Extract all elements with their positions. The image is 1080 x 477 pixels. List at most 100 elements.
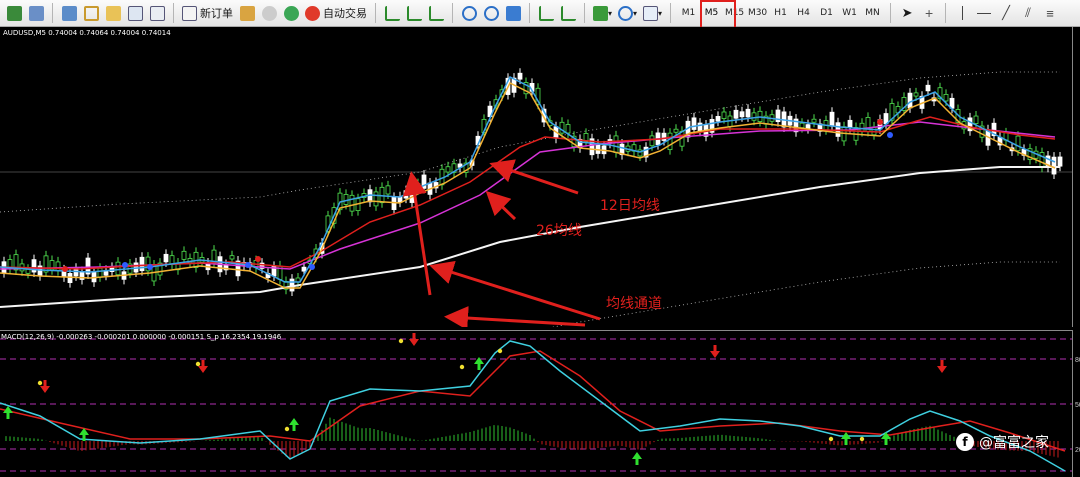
horizontal-line-button[interactable] (974, 3, 994, 23)
price-scale[interactable] (1072, 27, 1080, 327)
logo-icon: f (956, 433, 974, 451)
chart-title: AUDUSD,M5 0.74004 0.74064 0.74004 0.7401… (3, 29, 171, 37)
line-chart-button[interactable] (426, 3, 446, 23)
chart-shift-button[interactable] (536, 3, 556, 23)
annotation-ma26: 26均线 (536, 223, 582, 239)
terminal-button[interactable] (125, 3, 145, 23)
candle-body (97, 267, 103, 278)
candle-body (697, 122, 703, 132)
candle-body (565, 124, 571, 134)
tester-icon (149, 5, 165, 21)
candle-body (667, 132, 673, 151)
candle-body (181, 250, 187, 260)
candle-body (343, 194, 349, 205)
candle-body (691, 117, 697, 130)
new-chart-button[interactable] (4, 3, 24, 23)
fibonacci-icon: ≡ (1046, 5, 1054, 21)
macd-scale-label: 50 (1075, 402, 1080, 409)
new-order-button[interactable]: 新订单 (180, 3, 235, 23)
candle-body (925, 84, 931, 92)
auto-scroll-button[interactable] (558, 3, 578, 23)
toolbar-separator (375, 3, 376, 23)
metaeditor-icon (239, 5, 255, 21)
candle-body (673, 128, 679, 133)
timeframe-mn-button[interactable]: MN (861, 8, 884, 18)
templates-button[interactable]: ▾ (641, 3, 664, 23)
timeframe-h1-button[interactable]: H1 (769, 8, 792, 18)
price-chart[interactable]: AUDUSD,M5 0.74004 0.74064 0.74004 0.7401… (0, 27, 1072, 327)
tile-windows-button[interactable] (503, 3, 523, 23)
chevron-down-icon: ▾ (633, 8, 638, 18)
cursor-icon: ➤ (901, 5, 913, 20)
price-chart-canvas (0, 68, 1072, 327)
star-folder-icon (105, 5, 121, 21)
vertical-line-button[interactable] (952, 3, 972, 23)
signal-marker (62, 266, 68, 272)
signal-marker (255, 256, 261, 262)
timeframe-w1-button[interactable]: W1 (838, 8, 861, 18)
fibonacci-button[interactable]: ≡ (1040, 3, 1060, 23)
toolbar-separator (890, 3, 892, 23)
annotation-arrow (485, 190, 517, 221)
favorites-button[interactable] (103, 3, 123, 23)
timeframe-m1-button[interactable]: M1 (677, 8, 700, 18)
strategy-tester-button[interactable] (147, 3, 167, 23)
timeframe-m30-button[interactable]: M30 (746, 8, 769, 18)
chevron-down-icon: ▾ (608, 8, 613, 18)
toolbar-separator (670, 3, 672, 23)
new-order-label: 新订单 (200, 7, 233, 20)
candle-body (301, 266, 307, 272)
zoom-out-button[interactable] (481, 3, 501, 23)
timeframe-d1-button[interactable]: D1 (815, 8, 838, 18)
metaeditor-button[interactable] (237, 3, 257, 23)
candle-body (289, 278, 295, 292)
annotation-channel: 均线通道 (606, 296, 662, 312)
candle-body (517, 72, 523, 80)
auto-trading-button[interactable]: 自动交易 (303, 3, 369, 23)
macd-chart-canvas (0, 333, 1072, 472)
profiles-button[interactable] (26, 3, 46, 23)
crosshair-button[interactable]: + (919, 3, 939, 23)
channel-icon: ⫽ (1025, 5, 1031, 20)
tile-windows-icon (505, 5, 521, 21)
macd-chart[interactable]: MACD(12,26,9) -0.000263 -0.000201 0.0000… (0, 330, 1072, 477)
cursor-button[interactable]: ➤ (897, 3, 917, 23)
toolbar-separator (452, 3, 453, 23)
community-button[interactable] (259, 3, 279, 23)
bar-chart-button[interactable] (382, 3, 402, 23)
ma-long-line (0, 166, 1060, 308)
candle-body (139, 256, 145, 272)
macd-scale[interactable]: 80 50 20 (1072, 330, 1080, 477)
candle-body (913, 92, 919, 97)
signals-button[interactable] (281, 3, 301, 23)
bar-chart-icon (384, 5, 400, 21)
clock-icon (618, 5, 634, 21)
trend-line-button[interactable]: ╱ (996, 3, 1016, 23)
candle-body (943, 93, 949, 102)
candle-body (169, 255, 175, 265)
annotation-arrow (489, 159, 579, 195)
timeframe-h4-button[interactable]: H4 (792, 8, 815, 18)
chevron-down-icon: ▾ (658, 8, 663, 18)
crosshair-icon: + (924, 5, 934, 21)
window-icon (127, 5, 143, 21)
horizontal-line-icon (977, 12, 992, 14)
auto-trading-label: 自动交易 (323, 7, 367, 20)
indicators-button[interactable]: ▾ (591, 3, 614, 23)
periods-button[interactable]: ▾ (616, 3, 639, 23)
macd-title: MACD(12,26,9) -0.000263 -0.000201 0.0000… (1, 333, 282, 341)
new-chart-icon (6, 5, 22, 21)
candle-body (907, 92, 913, 109)
toolbar-separator (173, 3, 174, 23)
market-watch-button[interactable] (59, 3, 79, 23)
zoom-in-button[interactable] (459, 3, 479, 23)
candle-body (733, 109, 739, 119)
signal-marker (147, 264, 153, 270)
navigator-button[interactable] (81, 3, 101, 23)
candle-body (973, 115, 979, 124)
candle-body (715, 116, 721, 122)
candlestick-button[interactable] (404, 3, 424, 23)
indicators-icon (593, 5, 608, 21)
sell-arrow-icon (937, 360, 947, 373)
channel-button[interactable]: ⫽ (1018, 3, 1038, 23)
